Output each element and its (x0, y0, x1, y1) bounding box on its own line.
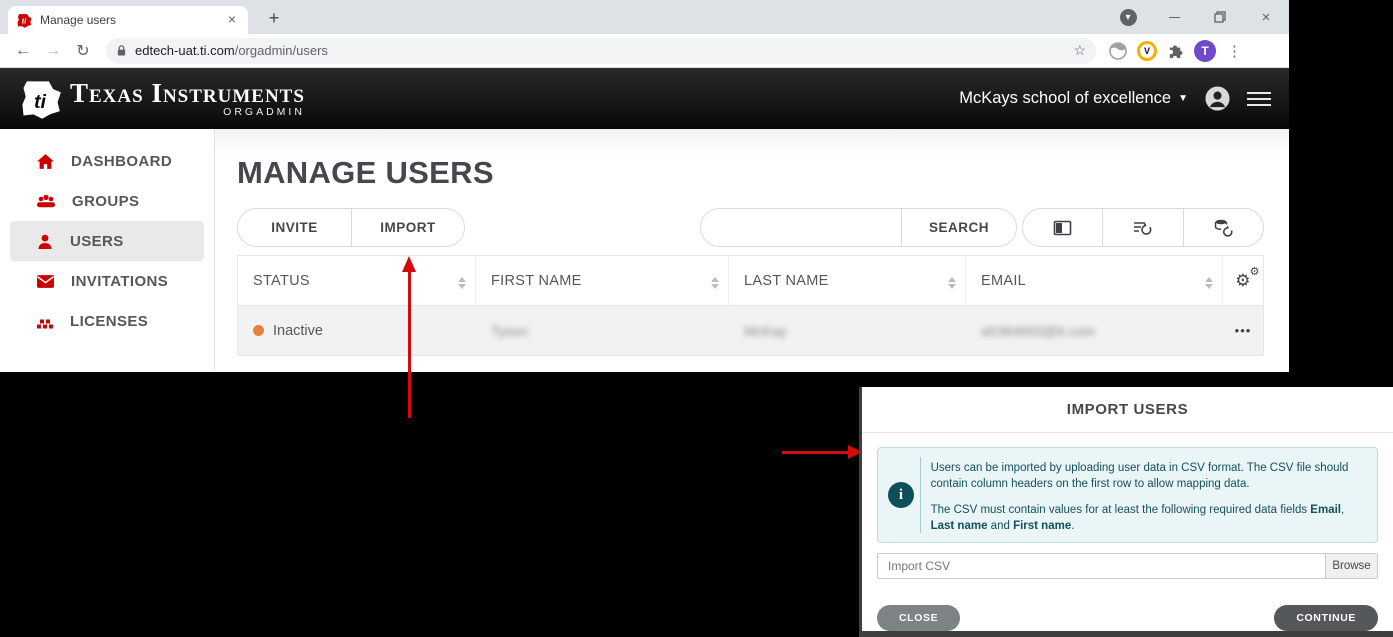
sort-icon[interactable] (711, 277, 719, 289)
table-settings-button[interactable]: ⚙⚙ (1223, 256, 1263, 305)
browser-toolbar: ← → ↻ edtech-uat.ti.com/orgadmin/users ☆… (0, 34, 1289, 68)
account-icon[interactable] (1204, 85, 1231, 112)
close-window-button[interactable]: × (1243, 0, 1289, 34)
sort-icon[interactable] (1205, 277, 1213, 289)
table-header-row: STATUS FIRST NAME LAST NAME EMAIL (238, 256, 1263, 306)
back-icon[interactable]: ← (10, 38, 36, 64)
svg-text:ti: ti (34, 90, 47, 112)
browser-update-icon[interactable]: ▾ (1105, 0, 1151, 34)
home-icon (36, 153, 55, 170)
columns-button[interactable] (1023, 209, 1102, 246)
tab-close-icon[interactable]: × (224, 12, 240, 28)
column-header-status[interactable]: STATUS (238, 256, 476, 305)
info-text: Users can be imported by uploading user … (931, 457, 1367, 533)
search-button[interactable]: SEARCH (901, 209, 1016, 246)
gear-icon: ⚙⚙ (1235, 272, 1251, 289)
annotation-arrow-dialog (782, 445, 862, 459)
main-panel: MANAGE USERS INVITE IMPORT SEARCH (215, 129, 1289, 370)
app-header: ti Texas Instruments ORGADMIN McKays sch… (0, 68, 1289, 129)
browse-button[interactable]: Browse (1325, 554, 1377, 578)
users-table: STATUS FIRST NAME LAST NAME EMAIL (237, 255, 1264, 356)
table-row[interactable]: Inactive Tyson McKay a5384693@ti.com ••• (238, 306, 1263, 356)
lock-icon (116, 44, 127, 57)
forward-icon[interactable]: → (40, 38, 66, 64)
ellipsis-icon: ••• (1235, 323, 1252, 338)
chevron-down-icon: ▼ (1178, 93, 1188, 104)
extensions-puzzle-icon[interactable] (1166, 41, 1185, 60)
info-icon: i (888, 482, 914, 508)
action-button-group: INVITE IMPORT (237, 208, 465, 247)
sort-icon[interactable] (948, 277, 956, 289)
browser-window: ti Manage users × + ▾ × ← → ↻ edtech-uat… (0, 0, 1289, 372)
invite-button[interactable]: INVITE (238, 209, 351, 246)
sidebar-item-dashboard[interactable]: DASHBOARD (10, 141, 204, 181)
row-actions-button[interactable]: ••• (1223, 306, 1263, 355)
ti-logo[interactable]: ti Texas Instruments ORGADMIN (18, 79, 305, 119)
bookmark-star-icon[interactable]: ☆ (1073, 42, 1086, 59)
profile-avatar[interactable]: T (1194, 40, 1216, 62)
url-text: edtech-uat.ti.com/orgadmin/users (135, 43, 1065, 58)
sidebar: DASHBOARD GROUPS USERS INVITATIONS LICEN… (0, 129, 215, 370)
column-header-first-name[interactable]: FIRST NAME (476, 256, 729, 305)
refresh-icon[interactable]: ↻ (70, 38, 96, 64)
close-button[interactable]: CLOSE (877, 605, 960, 631)
dialog-bottom-strip (862, 631, 1393, 637)
import-csv-input[interactable] (878, 554, 1325, 578)
v-extension-icon[interactable]: V (1137, 41, 1157, 61)
refresh-data-button[interactable] (1183, 209, 1263, 246)
user-icon (36, 233, 54, 250)
column-header-email[interactable]: EMAIL (966, 256, 1223, 305)
info-alert: i Users can be imported by uploading use… (877, 447, 1378, 543)
last-name-cell: McKay (729, 306, 966, 355)
org-selector[interactable]: McKays school of excellence ▼ (959, 89, 1188, 108)
filter-reset-icon (1132, 219, 1153, 237)
sort-icon[interactable] (458, 277, 466, 289)
extension-orb-icon[interactable] (1108, 41, 1128, 61)
search-input[interactable] (701, 209, 901, 246)
brand-wordmark: Texas Instruments (70, 80, 305, 106)
browser-tab[interactable]: ti Manage users × (8, 6, 248, 34)
new-tab-button[interactable]: + (262, 8, 286, 29)
status-dot-inactive (253, 325, 264, 336)
licenses-icon (36, 313, 54, 329)
sidebar-item-invitations[interactable]: INVITATIONS (10, 261, 204, 301)
annotation-arrow-import (402, 256, 416, 418)
sidebar-item-groups[interactable]: GROUPS (10, 181, 204, 221)
email-cell: a5384693@ti.com (966, 306, 1223, 355)
first-name-cell: Tyson (476, 306, 729, 355)
brand-subtitle: ORGADMIN (70, 106, 305, 118)
groups-icon (36, 193, 56, 209)
minimize-button[interactable] (1151, 0, 1197, 34)
address-bar[interactable]: edtech-uat.ti.com/orgadmin/users ☆ (106, 38, 1096, 64)
search-group: SEARCH (700, 208, 1017, 247)
dialog-title: IMPORT USERS (862, 387, 1393, 433)
ti-favicon: ti (16, 13, 32, 28)
tab-title: Manage users (40, 13, 216, 27)
tab-strip: ti Manage users × + ▾ × (0, 0, 1289, 34)
sidebar-item-users[interactable]: USERS (10, 221, 204, 261)
menu-hamburger-icon[interactable] (1247, 92, 1271, 106)
column-header-last-name[interactable]: LAST NAME (729, 256, 966, 305)
import-button[interactable]: IMPORT (351, 209, 464, 246)
table-tools-group (1022, 208, 1264, 247)
sidebar-item-licenses[interactable]: LICENSES (10, 301, 204, 341)
file-input-group: Browse (877, 553, 1378, 579)
envelope-icon (36, 274, 55, 289)
columns-icon (1053, 220, 1072, 236)
database-refresh-icon (1213, 218, 1234, 237)
page-title: MANAGE USERS (237, 155, 1264, 191)
status-cell: Inactive (238, 306, 476, 355)
continue-button[interactable]: CONTINUE (1274, 605, 1378, 631)
restore-button[interactable] (1197, 0, 1243, 34)
info-divider (920, 457, 921, 533)
import-users-dialog: IMPORT USERS i Users can be imported by … (859, 387, 1393, 637)
browser-menu-icon[interactable]: ⋮ (1225, 42, 1244, 60)
reset-filters-button[interactable] (1102, 209, 1182, 246)
ti-logo-mark-icon: ti (18, 79, 62, 119)
